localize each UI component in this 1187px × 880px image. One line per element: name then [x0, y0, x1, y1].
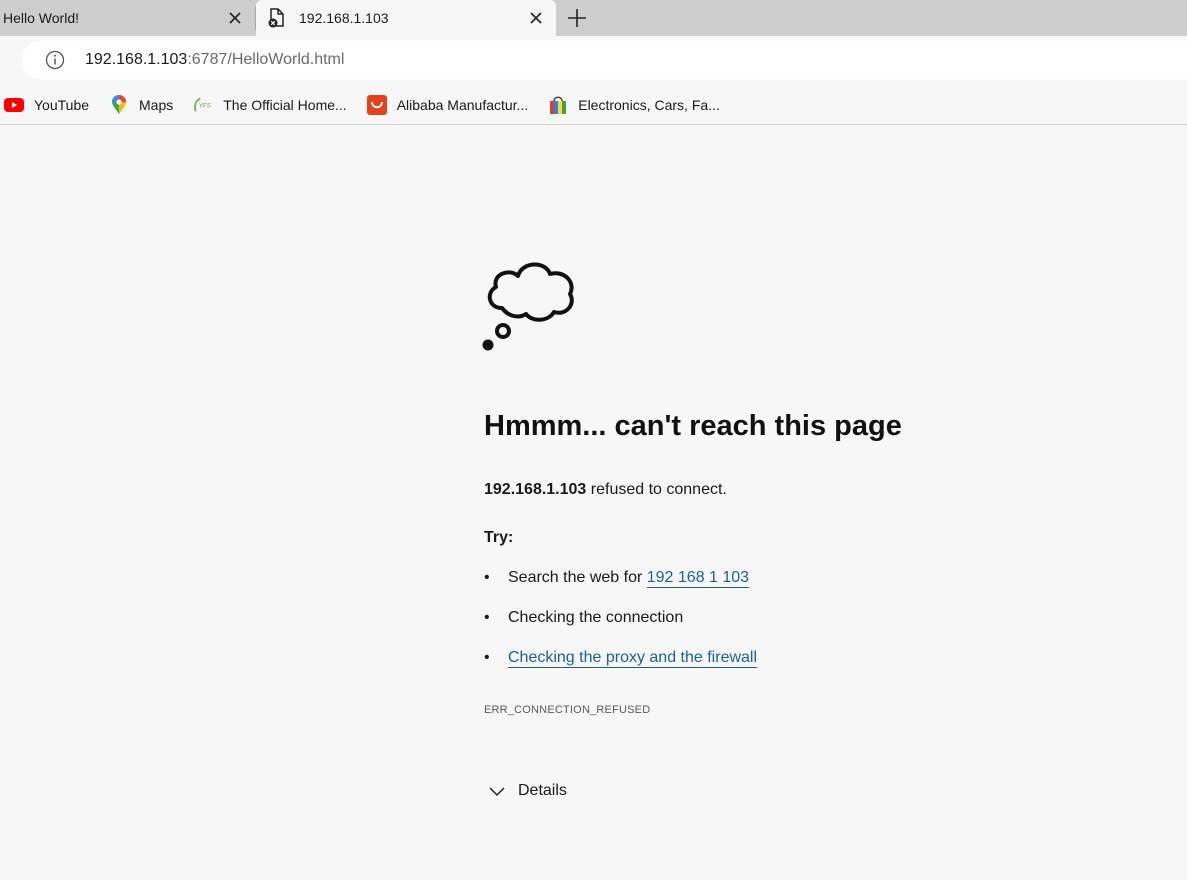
close-icon: [229, 12, 241, 24]
bookmark-label: Electronics, Cars, Fa...: [578, 97, 720, 113]
url-text[interactable]: 192.168.1.103:6787/HelloWorld.html: [85, 51, 344, 69]
bookmark-label: Alibaba Manufactur...: [396, 97, 529, 113]
bookmark-alibaba[interactable]: Alibaba Manufactur...: [366, 95, 529, 115]
alibaba-bag-icon: [366, 95, 387, 115]
close-tab-button[interactable]: [223, 6, 247, 30]
toolbar: 192.168.1.103:6787/HelloWorld.html: [0, 36, 1187, 86]
address-bar[interactable]: 192.168.1.103:6787/HelloWorld.html: [22, 41, 1187, 79]
url-host: 192.168.1.103: [85, 51, 188, 68]
svg-text:YFS: YFS: [199, 103, 212, 110]
bookmark-official-home[interactable]: YFS The Official Home...: [193, 95, 347, 115]
proxy-firewall-link[interactable]: Checking the proxy and the firewall: [508, 649, 758, 668]
search-web-link[interactable]: 192 168 1 103: [646, 569, 750, 588]
error-code: ERR_CONNECTION_REFUSED: [484, 704, 651, 716]
tab-title: 192.168.1.103: [299, 10, 389, 26]
bookmark-maps[interactable]: Maps: [109, 95, 173, 115]
list-item: • Search the web for 192 168 1 103: [484, 569, 750, 588]
error-message: 192.168.1.103 refused to connect.: [484, 481, 727, 499]
new-tab-button[interactable]: [563, 4, 591, 32]
url-path: :6787/HelloWorld.html: [187, 51, 345, 68]
site-info-button[interactable]: [42, 47, 68, 73]
yfs-logo-icon: YFS: [193, 95, 213, 115]
error-headline: Hmmm... can't reach this page: [484, 410, 902, 442]
list-item: • Checking the connection: [484, 609, 684, 626]
error-page-icon: [268, 8, 284, 28]
youtube-icon: [4, 95, 24, 115]
bookmark-label: YouTube: [34, 97, 90, 113]
details-toggle-button[interactable]: Details: [484, 780, 567, 802]
list-item: • Checking the proxy and the firewall: [484, 649, 758, 668]
tab-title: Hello World!: [3, 10, 79, 26]
suggestion-list: • Search the web for 192 168 1 103 • Che…: [484, 569, 758, 689]
tab-strip: Hello World! 192.168.1.103: [0, 0, 1187, 36]
try-heading: Try:: [484, 529, 514, 546]
tab-192-168-1-103[interactable]: 192.168.1.103: [256, 0, 556, 36]
close-tab-button[interactable]: [524, 6, 548, 30]
bookmark-label: Maps: [139, 97, 174, 113]
error-message-text: refused to connect.: [586, 481, 727, 498]
bookmark-youtube[interactable]: YouTube: [4, 95, 89, 115]
suggestion-text: Search the web for: [508, 569, 643, 586]
thought-cloud-icon: [482, 262, 574, 351]
info-icon: [45, 50, 65, 70]
details-label: Details: [518, 782, 567, 799]
close-icon: [530, 12, 542, 24]
error-host: 192.168.1.103: [484, 481, 587, 498]
bookmarks-bar: YouTube Maps YFS The Official Home... Al…: [0, 86, 1187, 125]
shopping-bag-icon: [548, 95, 568, 115]
error-page: Hmmm... can't reach this page 192.168.1.…: [0, 126, 1187, 880]
bookmark-electronics[interactable]: Electronics, Cars, Fa...: [548, 95, 720, 115]
chevron-down-icon: [484, 780, 510, 802]
bookmark-label: The Official Home...: [223, 97, 347, 113]
suggestion-text: Checking the connection: [508, 609, 684, 626]
maps-pin-icon: [109, 95, 129, 115]
tab-hello-world[interactable]: Hello World!: [0, 0, 255, 36]
plus-icon: [568, 9, 586, 27]
